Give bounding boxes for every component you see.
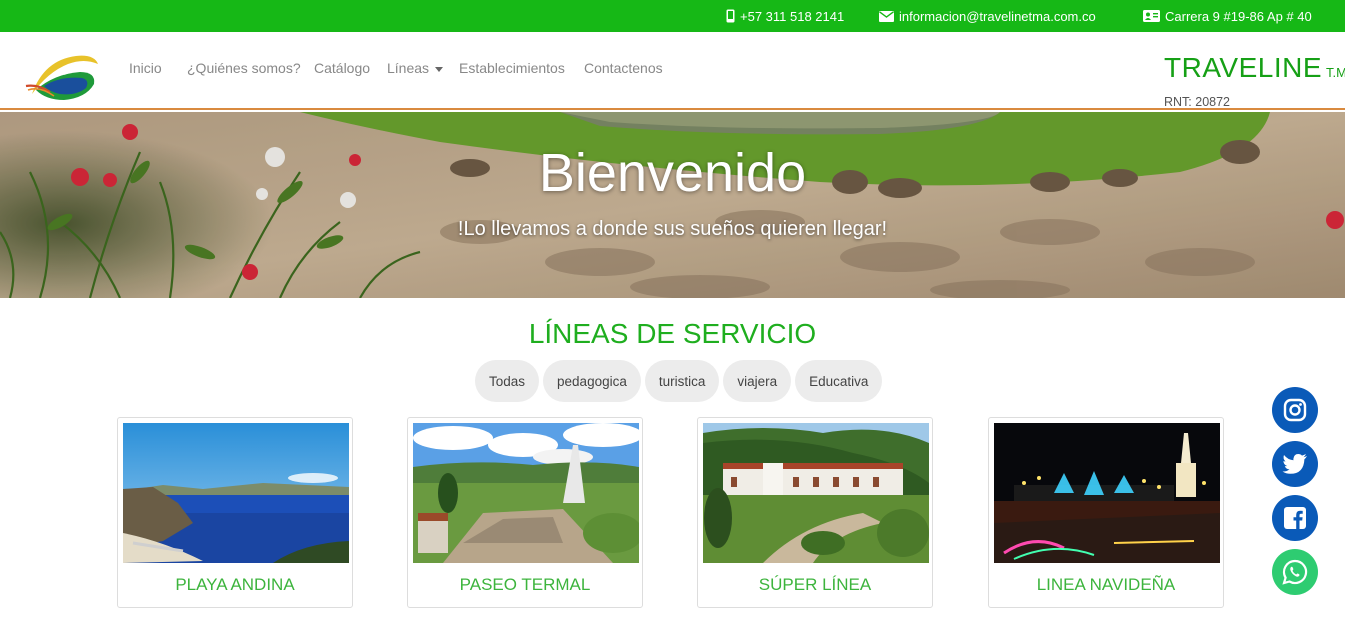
card-image-plaza xyxy=(413,423,639,563)
filter-todas[interactable]: Todas xyxy=(475,360,540,402)
top-info-bar: +57 311 518 2141 informacion@travelinetm… xyxy=(0,0,1345,32)
instagram-button[interactable] xyxy=(1272,387,1318,433)
filter-bar: Todas pedagogica turistica viajera Educa… xyxy=(475,360,883,402)
facebook-button[interactable] xyxy=(1272,495,1318,541)
nav-inicio[interactable]: Inicio xyxy=(129,60,162,76)
nav-lineas-dropdown[interactable]: Líneas xyxy=(387,60,444,76)
filter-educativa[interactable]: Educativa xyxy=(795,360,883,402)
service-card-linea-navidena[interactable]: LINEA NAVIDEÑA xyxy=(988,417,1224,608)
service-card-super-linea[interactable]: SÚPER LÍNEA xyxy=(697,417,933,608)
card-image-village xyxy=(703,423,929,563)
card-title: PASEO TERMAL xyxy=(459,575,591,594)
phone-info[interactable]: +57 311 518 2141 xyxy=(726,0,844,32)
envelope-icon xyxy=(879,10,894,22)
twitter-button[interactable] xyxy=(1272,441,1318,487)
brand-suffix: T.M.A xyxy=(1326,65,1345,80)
hero-banner: Bienvenido !Lo llevamos a donde sus sueñ… xyxy=(0,112,1345,298)
phone-icon xyxy=(726,9,735,23)
address-text: Carrera 9 #19-86 Ap # 40 xyxy=(1165,8,1312,24)
card-image-christmas-lights xyxy=(994,423,1220,563)
service-card-paseo-termal[interactable]: PASEO TERMAL xyxy=(407,417,643,608)
card-image-lake xyxy=(123,423,349,563)
instagram-icon xyxy=(1283,398,1307,422)
logo[interactable] xyxy=(24,50,100,102)
whatsapp-button[interactable] xyxy=(1272,549,1318,595)
facebook-icon xyxy=(1284,507,1306,529)
hero-background-image xyxy=(0,112,1345,298)
nav-catalogo[interactable]: Catálogo xyxy=(314,60,370,76)
rnt-number: RNT: 20872 xyxy=(1164,95,1231,109)
card-title: LINEA NAVIDEÑA xyxy=(1036,575,1176,594)
brand-title: TRAVELINE xyxy=(1164,52,1323,83)
hero-subtitle: !Lo llevamos a donde sus sueños quieren … xyxy=(457,218,888,240)
main-navbar: Inicio ¿Quiénes somos? Catálogo Líneas E… xyxy=(0,32,1345,110)
card-title: PLAYA ANDINA xyxy=(175,575,295,594)
filter-turistica[interactable]: turistica xyxy=(644,360,720,402)
nav-contactenos[interactable]: Contactenos xyxy=(584,60,663,76)
section-title: LÍNEAS DE SERVICIO xyxy=(528,318,817,349)
filter-viajera[interactable]: viajera xyxy=(723,360,792,402)
chevron-down-icon xyxy=(435,66,444,72)
twitter-icon xyxy=(1282,454,1307,474)
nav-lineas-label: Líneas xyxy=(387,60,430,76)
nav-quienes-somos[interactable]: ¿Quiénes somos? xyxy=(187,60,301,76)
whatsapp-icon xyxy=(1282,559,1308,585)
email-info[interactable]: informacion@travelinetma.com.co xyxy=(879,0,1096,32)
hero-title: Bienvenido xyxy=(538,143,807,203)
address-card-icon xyxy=(1143,10,1160,22)
phone-number: +57 311 518 2141 xyxy=(740,8,845,24)
service-card-playa-andina[interactable]: PLAYA ANDINA xyxy=(117,417,353,608)
address-info: Carrera 9 #19-86 Ap # 40 xyxy=(1143,0,1312,32)
email-address: informacion@travelinetma.com.co xyxy=(899,8,1096,24)
brand-name[interactable]: TRAVELINET.M.A xyxy=(1164,52,1345,84)
filter-pedagogica[interactable]: pedagogica xyxy=(543,360,641,402)
nav-establecimientos[interactable]: Establecimientos xyxy=(459,60,565,76)
card-title: SÚPER LÍNEA xyxy=(758,575,872,594)
